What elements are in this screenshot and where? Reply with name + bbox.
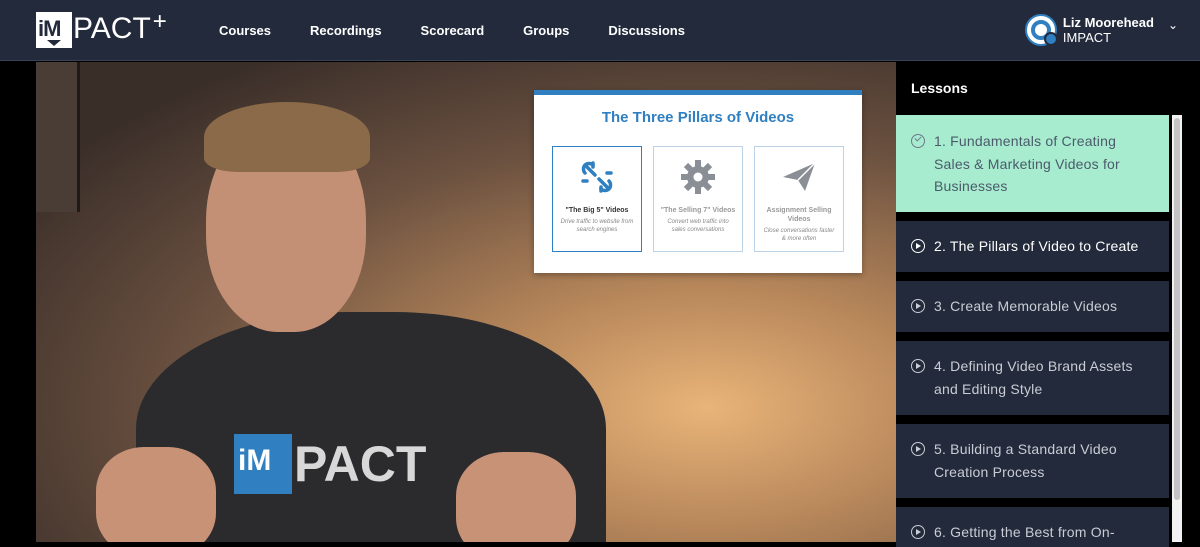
pillar-card-selling-7: "The Selling 7" Videos Convert web traff… [653, 146, 743, 252]
pillar-card-subtitle: Drive traffic to website from search eng… [560, 219, 634, 233]
lessons-title: Lessons [911, 80, 968, 96]
pillar-card-title: Assignment Selling Videos [766, 207, 832, 223]
lesson-label: 6. Getting the Best from On- [934, 524, 1115, 540]
broken-link-icon [581, 161, 613, 193]
lesson-label: 4. Defining Video Brand Assets and Editi… [934, 358, 1133, 397]
presenter-left-hand [96, 447, 216, 542]
impact-plus-logo[interactable]: iM PACT + [36, 8, 167, 48]
nav-recordings[interactable]: Recordings [310, 23, 382, 38]
shirt-logo-text: PACT [294, 436, 427, 492]
pillar-card-title: "The Selling 7" Videos [660, 207, 736, 214]
lesson-item-6[interactable]: 6. Getting the Best from On- [896, 507, 1169, 547]
pillar-card-subtitle: Close conversations faster & more often [763, 228, 835, 242]
logo-mark-text: iM [38, 16, 61, 41]
lesson-item-2[interactable]: 2. The Pillars of Video to Create [896, 221, 1169, 272]
pillar-card-subtitle: Convert web traffic into sales conversat… [667, 219, 729, 233]
presenter-hair [204, 102, 370, 172]
lessons-scrollbar[interactable] [1172, 115, 1182, 542]
slide-title: The Three Pillars of Videos [601, 109, 795, 126]
lesson-item-4[interactable]: 4. Defining Video Brand Assets and Editi… [896, 341, 1169, 415]
user-name: Liz Moorehead [1062, 15, 1154, 30]
presenter-right-hand [456, 452, 576, 542]
play-circle-icon [911, 239, 925, 253]
lesson-item-3[interactable]: 3. Create Memorable Videos [896, 281, 1169, 332]
pillar-card-title: "The Big 5" Videos [565, 207, 629, 214]
avatar [1024, 14, 1058, 46]
pillars-slide-overlay: The Three Pillars of Videos "The Big 5" … [534, 90, 862, 273]
lesson-label: 1. Fundamentals of Creating Sales & Mark… [934, 133, 1120, 194]
lesson-item-5[interactable]: 5. Building a Standard Video Creation Pr… [896, 424, 1169, 498]
check-circle-icon [911, 134, 925, 148]
nav-courses[interactable]: Courses [219, 23, 271, 38]
gear-icon [681, 160, 715, 194]
shirt-logo-mark: iM [234, 434, 292, 494]
play-circle-icon [911, 525, 925, 539]
user-org: IMPACT [1062, 30, 1112, 45]
logo-arrow-icon [47, 40, 61, 46]
top-navigation-bar: iM PACT + Courses Recordings Scorecard G… [0, 0, 1200, 61]
lesson-label: 5. Building a Standard Video Creation Pr… [934, 441, 1117, 480]
scrollbar-thumb[interactable] [1174, 118, 1180, 500]
video-player[interactable]: iM PACT The Three Pillars of Videos "The… [36, 62, 896, 542]
lesson-label: 3. Create Memorable Videos [934, 298, 1118, 314]
play-circle-icon [911, 299, 925, 313]
user-info: Liz Moorehead IMPACT [1063, 15, 1154, 45]
nav-discussions[interactable]: Discussions [608, 23, 685, 38]
pillar-card-big-5: "The Big 5" Videos Drive traffic to webs… [552, 146, 642, 252]
play-circle-icon [911, 442, 925, 456]
logo-plus: + [152, 8, 167, 35]
logo-mark: iM [36, 12, 72, 48]
logo-text: PACT [73, 12, 151, 45]
nav-scorecard[interactable]: Scorecard [421, 23, 485, 38]
user-menu[interactable]: Liz Moorehead IMPACT ⌄ [1024, 14, 1178, 46]
shirt-logo: iM PACT [234, 434, 426, 494]
org-badge-icon [1043, 32, 1058, 46]
nav-groups[interactable]: Groups [523, 23, 569, 38]
lesson-label: 2. The Pillars of Video to Create [934, 238, 1139, 254]
play-circle-icon [911, 359, 925, 373]
background-picture-frame [36, 62, 80, 212]
pillar-card-assignment-selling: Assignment Selling Videos Close conversa… [754, 146, 844, 252]
lessons-sidebar: Lessons 1. Fundamentals of Creating Sale… [896, 62, 1200, 547]
lesson-item-1[interactable]: 1. Fundamentals of Creating Sales & Mark… [896, 115, 1169, 212]
chevron-down-icon[interactable]: ⌄ [1168, 18, 1178, 32]
main-nav: Courses Recordings Scorecard Groups Disc… [219, 0, 724, 61]
paper-plane-icon [783, 162, 816, 191]
